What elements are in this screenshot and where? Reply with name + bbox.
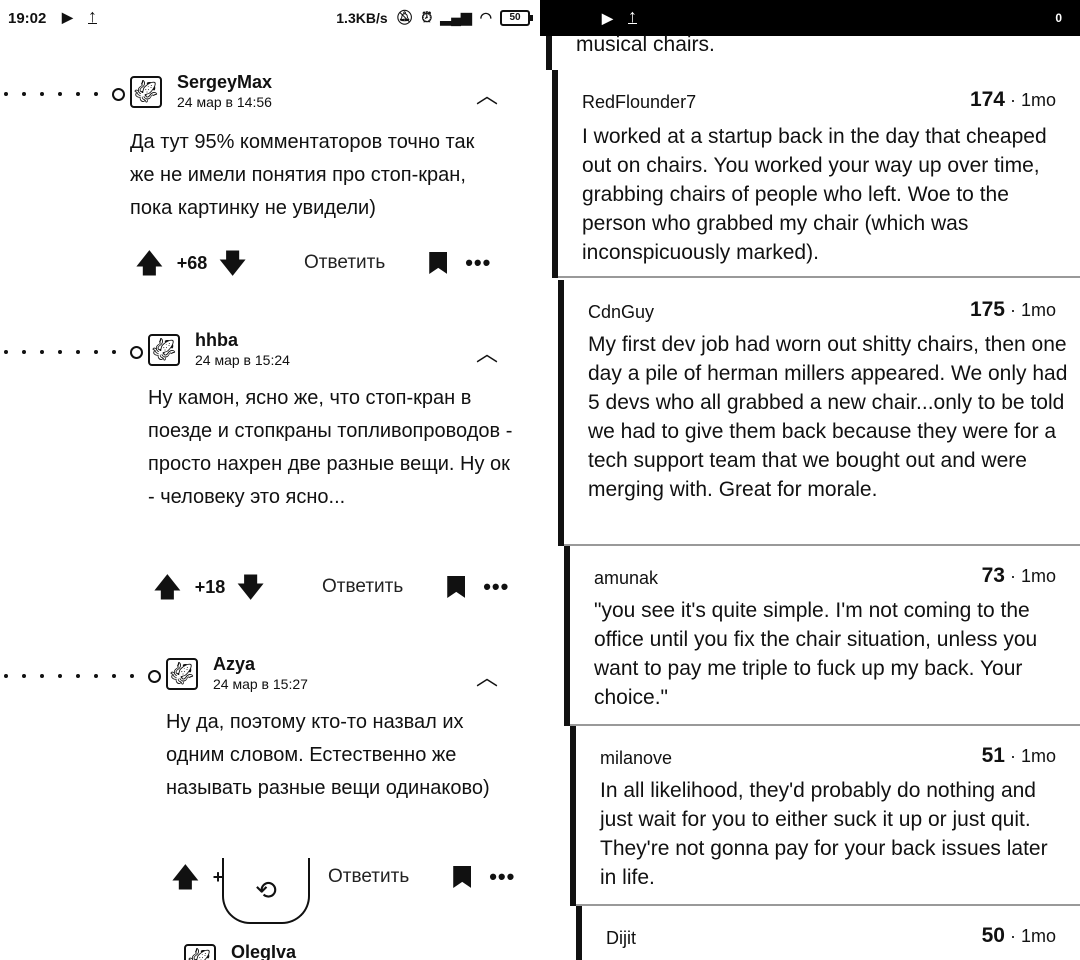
upvote-icon[interactable]: 🡅︎ bbox=[136, 250, 163, 276]
downvote-icon[interactable]: 🡇︎ bbox=[219, 250, 246, 276]
downvote-icon[interactable]: 🡇︎ bbox=[237, 574, 264, 600]
comment-meta: 174 · 1mo bbox=[969, 88, 1056, 111]
thread-indent bbox=[4, 84, 125, 101]
comment[interactable]: milanove 51 · 1mo In all likelihood, the… bbox=[570, 726, 1080, 906]
comment[interactable]: RedFlounder7 174 · 1mo I worked at a sta… bbox=[552, 70, 1080, 278]
comment-body: Ну да, поэтому кто-то назвал их одним сл… bbox=[166, 711, 490, 799]
thread-indent bbox=[4, 342, 143, 359]
bookmark-icon[interactable] bbox=[447, 576, 466, 598]
comment[interactable]: CdnGuy 175 · 1mo My first dev job had wo… bbox=[558, 280, 1080, 546]
battery-icon: 50 bbox=[500, 9, 533, 26]
alarm-icon: ⏰︎ bbox=[421, 9, 433, 25]
notification-count: 0 bbox=[1055, 11, 1062, 25]
comment-body: musical chairs. bbox=[576, 33, 715, 56]
comment-date: 24 мар в 15:27 bbox=[213, 676, 308, 692]
comment-meta: 73 · 1mo bbox=[981, 564, 1056, 587]
avatar[interactable]: 🦑︎ bbox=[130, 76, 162, 108]
comment-author[interactable]: OlegIva bbox=[231, 942, 296, 960]
mute-icon: 🔕︎ bbox=[395, 9, 414, 25]
play-icon: ▶ bbox=[602, 10, 613, 26]
comment-age: 1mo bbox=[1020, 926, 1056, 946]
comment-username[interactable]: CdnGuy bbox=[588, 302, 654, 323]
comment-author[interactable]: hhba bbox=[195, 330, 238, 351]
comment-username[interactable]: milanove bbox=[600, 748, 672, 769]
collapse-icon[interactable]: ︿ bbox=[476, 660, 498, 692]
more-icon[interactable]: ••• bbox=[489, 864, 515, 890]
wifi-icon: ◠ bbox=[479, 9, 492, 25]
comment-username[interactable]: RedFlounder7 bbox=[582, 92, 696, 113]
reply-button[interactable]: Ответить bbox=[328, 866, 409, 888]
reply-button[interactable]: Ответить bbox=[304, 252, 385, 274]
comment-body: My first dev job had worn out shitty cha… bbox=[588, 333, 1068, 501]
comment-body: Ну камон, ясно же, что стоп-кран в поезд… bbox=[148, 387, 513, 508]
comment-author[interactable]: SergeyMax bbox=[177, 72, 272, 93]
avatar[interactable]: 🦑︎ bbox=[184, 944, 216, 960]
vote-count: +68 bbox=[176, 252, 208, 273]
comment-body: "you see it's quite simple. I'm not comi… bbox=[594, 599, 1038, 709]
network-speed: 1.3KB/s bbox=[336, 9, 388, 26]
comment[interactable]: amunak 73 · 1mo "you see it's quite simp… bbox=[564, 546, 1080, 726]
comment-meta: 50 · 1mo bbox=[981, 924, 1056, 947]
more-icon[interactable]: ••• bbox=[483, 574, 509, 600]
status-bar: 19:02 ▶ ↑ 1.3KB/s 🔕︎ ⏰︎ ▂▄▆ ◠ 50 bbox=[0, 0, 540, 36]
comment-score: 174 bbox=[969, 88, 1005, 111]
bookmark-icon[interactable] bbox=[429, 252, 448, 274]
comment-age: 1mo bbox=[1020, 566, 1056, 586]
bookmark-icon[interactable] bbox=[453, 866, 472, 888]
comment-score: 51 bbox=[981, 744, 1005, 767]
comment-meta: 51 · 1mo bbox=[981, 744, 1056, 767]
refresh-icon: ⟲ bbox=[255, 874, 277, 905]
upvote-icon[interactable]: 🡅︎ bbox=[154, 574, 181, 600]
collapse-icon[interactable]: ︿ bbox=[476, 78, 498, 110]
comment-body: Да тут 95% комментаторов точно так же не… bbox=[130, 131, 475, 219]
play-icon: ▶ bbox=[62, 9, 73, 25]
comment-body: I worked at a startup back in the day th… bbox=[582, 125, 1047, 264]
comment-age: 1mo bbox=[1020, 90, 1056, 110]
avatar[interactable]: 🦑︎ bbox=[166, 658, 198, 690]
comment-date: 24 мар в 14:56 bbox=[177, 94, 272, 110]
signal-icon: ▂▄▆ bbox=[440, 9, 472, 25]
status-time: 19:02 bbox=[8, 10, 47, 27]
comment[interactable]: Dijit 50 · 1mo bbox=[576, 906, 1080, 960]
collapse-icon[interactable]: ︿ bbox=[476, 336, 498, 368]
comment-author[interactable]: Azya bbox=[213, 654, 255, 675]
more-icon[interactable]: ••• bbox=[465, 250, 491, 276]
comment-score: 73 bbox=[981, 564, 1005, 587]
comment-age: 1mo bbox=[1020, 300, 1056, 320]
reply-button[interactable]: Ответить bbox=[322, 576, 403, 598]
comment-age: 1mo bbox=[1020, 746, 1056, 766]
thread-indent bbox=[4, 666, 161, 683]
comment-actions: 🡅︎ +68 🡇︎ Ответить ••• bbox=[136, 250, 491, 276]
comment-score: 175 bbox=[969, 298, 1005, 321]
upvote-icon[interactable]: 🡅︎ bbox=[172, 864, 199, 890]
comment-body: In all likelihood, they'd probably do no… bbox=[600, 779, 1048, 889]
previous-comment[interactable]: musical chairs. bbox=[546, 33, 1080, 70]
upload-icon: ↑ bbox=[628, 6, 637, 26]
comment-meta: 175 · 1mo bbox=[969, 298, 1056, 321]
vote-count: +18 bbox=[194, 576, 226, 597]
avatar[interactable]: 🦑︎ bbox=[148, 334, 180, 366]
comment-username[interactable]: amunak bbox=[594, 568, 658, 589]
comment-date: 24 мар в 15:24 bbox=[195, 352, 290, 368]
comment-score: 50 bbox=[981, 924, 1005, 947]
upload-icon: ↑ bbox=[88, 6, 97, 26]
comment-username[interactable]: Dijit bbox=[606, 928, 636, 949]
left-screenshot: 19:02 ▶ ↑ 1.3KB/s 🔕︎ ⏰︎ ▂▄▆ ◠ 50 🦑︎ Serg… bbox=[0, 0, 540, 960]
refresh-button[interactable]: ⟲ bbox=[222, 858, 310, 924]
comment-actions: 🡅︎ +18 🡇︎ Ответить ••• bbox=[154, 574, 509, 600]
right-screenshot: ▶ ↑ 0 musical chairs. RedFlounder7 174 ·… bbox=[540, 0, 1080, 960]
